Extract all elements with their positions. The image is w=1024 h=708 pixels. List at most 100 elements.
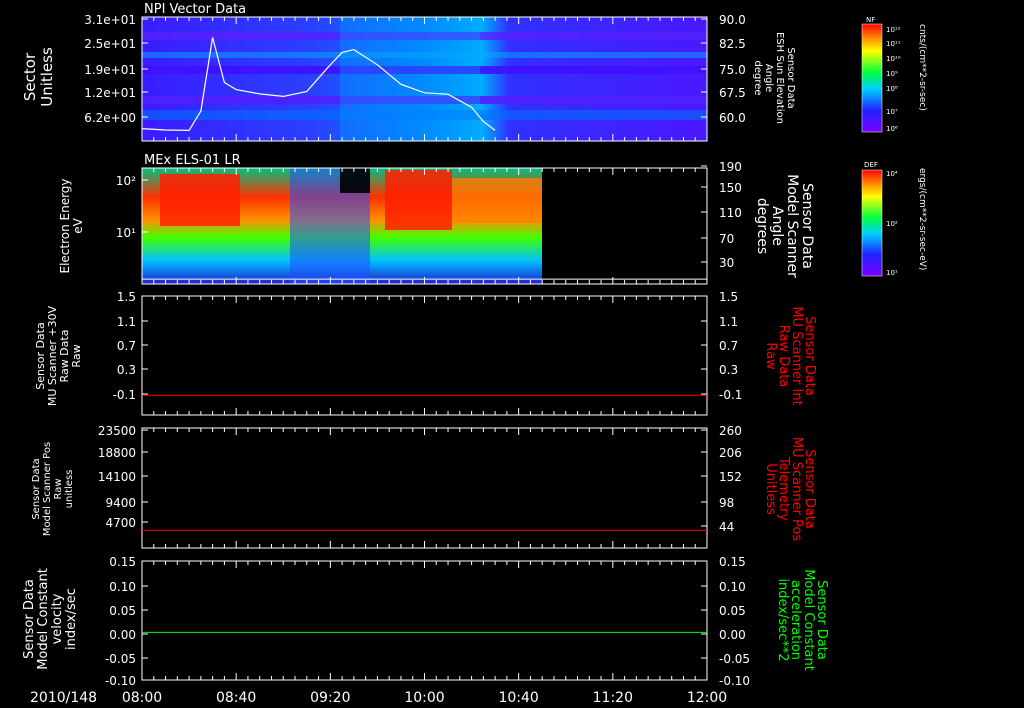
right-tick-label: 67.5 (719, 86, 746, 100)
panel-5-frame (141, 560, 708, 681)
panel-2-right-label: Sensor Data Model Scanner Angle degrees (754, 174, 815, 278)
svg-text:Raw: Raw (53, 478, 64, 499)
panel-4-left-label: Sensor Data Model Scanner Pos Raw unitle… (31, 442, 75, 536)
left-tick-label: 3.1e+01 (84, 13, 136, 27)
right-tick-label: 1.5 (719, 290, 738, 304)
panel-4-right-label: Sensor Data MU Scanner Pos Telemetry Uni… (763, 437, 817, 542)
colorbar-1-tick: 10¹⁰ (886, 55, 901, 63)
right-tick-label: 75.0 (719, 63, 746, 77)
svg-text:Sensor Data: Sensor Data (22, 579, 37, 659)
colorbar-1-tick: 10⁸ (886, 85, 898, 93)
right-tick-label: 260 (719, 424, 742, 438)
right-tick-label: -0.10 (719, 674, 750, 688)
colorbar-2-tick: 10² (886, 220, 898, 228)
svg-text:degree: degree (752, 60, 763, 95)
date-label: 2010/148 (30, 690, 97, 706)
left-tick-label: 0.10 (109, 580, 136, 594)
svg-text:Sector: Sector (21, 52, 39, 101)
left-tick-label: -0.1 (113, 388, 136, 402)
left-tick-label: 0.3 (117, 363, 136, 377)
svg-text:Sensor Data: Sensor Data (785, 47, 796, 108)
left-tick-label: 10² (116, 174, 136, 188)
left-tick-label: 10¹ (116, 226, 136, 240)
svg-text:Sensor Data: Sensor Data (31, 458, 42, 519)
colorbar-1-scale (861, 23, 883, 133)
right-tick-label: 206 (719, 446, 742, 460)
left-tick-label: 0.7 (117, 339, 136, 353)
svg-text:eV: eV (71, 217, 85, 233)
left-tick-label: 1.1 (117, 315, 136, 329)
left-tick-label: 1.5 (117, 290, 136, 304)
svg-text:velocity: velocity (50, 593, 65, 644)
panel-5-right-label: Sensor Data Model Constant acceleration … (775, 569, 829, 671)
colorbar-1-tick: 10⁶ (886, 125, 898, 133)
svg-text:Unitless: Unitless (763, 463, 778, 515)
panel-3-right-label: Sensor Data MU Scanner Int Raw Data Raw (763, 306, 817, 405)
panel-5-left-label: Sensor Data Model Constant velocity inde… (22, 568, 79, 670)
colorbar-2: DEF 10⁴ 10² 10¹ ergs/(cm**2-sr-sec-eV) (861, 161, 927, 277)
time-tick-label: 09:20 (310, 690, 350, 706)
svg-text:degrees: degrees (754, 198, 770, 254)
right-tick-label: 90.0 (719, 13, 746, 27)
svg-text:Sensor Data: Sensor Data (799, 183, 815, 269)
right-tick-label: 30 (719, 256, 734, 270)
right-tick-label: 1.1 (719, 315, 738, 329)
colorbar-1-label: NF (866, 16, 875, 24)
time-tick-label: 08:00 (122, 690, 162, 706)
left-tick-label: 0.15 (109, 555, 136, 569)
panel-2-title: MEx ELS-01 LR (144, 153, 241, 168)
svg-text:Angle: Angle (763, 64, 774, 92)
time-tick-label: 08:40 (216, 690, 256, 706)
left-tick-label: 6.2e+00 (84, 111, 136, 125)
right-tick-label: 152 (719, 470, 742, 484)
svg-text:Model Scanner: Model Scanner (784, 174, 800, 278)
svg-text:Electron Energy: Electron Energy (58, 178, 72, 273)
right-tick-label: 60.0 (719, 111, 746, 125)
panel-2-left-label: Electron Energy eV (58, 178, 85, 273)
right-tick-label: 82.5 (719, 37, 746, 51)
time-tick-label: 11:20 (593, 690, 633, 706)
time-tick-label: 12:00 (687, 690, 727, 706)
right-tick-label: 44 (719, 520, 734, 534)
colorbar-1-tick: 10¹² (886, 26, 901, 34)
right-tick-label: 150 (719, 181, 742, 195)
left-tick-label: 0.05 (109, 604, 136, 618)
panel-1-left-label: Sector Unitless (21, 47, 56, 107)
svg-text:index/sec**2: index/sec**2 (775, 578, 790, 661)
right-tick-label: 190 (719, 160, 742, 174)
left-tick-label: 4700 (105, 516, 136, 530)
colorbar-2-scale (861, 169, 883, 277)
panel-2-heatmap (142, 168, 542, 284)
time-tick-label: 10:40 (498, 690, 538, 706)
colorbar-2-tick: 10⁴ (886, 170, 898, 178)
left-tick-label: 0.00 (109, 628, 136, 642)
left-tick-label: -0.10 (105, 674, 136, 688)
right-tick-label: 0.3 (719, 363, 738, 377)
colorbar-2-tick: 10¹ (886, 269, 898, 277)
right-tick-label: 0.15 (719, 555, 746, 569)
panel-1-title: NPI Vector Data (144, 2, 246, 17)
colorbar-1: NF 10¹² 10¹¹ 10¹⁰ 10⁹ 10⁸ 10⁷ 10⁶ cnts/(… (861, 16, 927, 133)
right-tick-label: 0.00 (719, 628, 746, 642)
right-tick-label: 0.7 (719, 339, 738, 353)
colorbar-1-tick: 10⁷ (886, 108, 898, 116)
colorbar-1-tick: 10⁹ (886, 70, 898, 78)
left-tick-label: -0.05 (105, 652, 136, 666)
right-tick-label: 0.10 (719, 580, 746, 594)
panel-3-frame (141, 295, 708, 416)
svg-text:Model Constant: Model Constant (36, 568, 51, 670)
right-tick-label: -0.05 (719, 652, 750, 666)
plot-canvas: 3.1e+01 2.5e+01 1.9e+01 1.2e+01 6.2e+00 90.0 8… (21, 2, 927, 706)
right-tick-label: 98 (719, 496, 734, 510)
right-tick-label: 0.05 (719, 604, 746, 618)
panel-1-right-label: Sensor Data ESH Sun Elevation Angle degr… (752, 32, 796, 124)
svg-text:Angle: Angle (769, 206, 785, 246)
svg-text:Unitless: Unitless (38, 47, 56, 107)
panel-3-left-label: Sensor Data MU Scanner +30V Raw Data Raw (34, 305, 83, 406)
left-tick-label: 1.2e+01 (84, 86, 136, 100)
right-tick-label: 110 (719, 206, 742, 220)
svg-text:Raw: Raw (70, 344, 83, 367)
colorbar-1-tick: 10¹¹ (886, 40, 901, 48)
colorbar-1-units: cnts/(cm**2-sr-sec) (917, 24, 927, 111)
left-tick-label: 9400 (105, 496, 136, 510)
